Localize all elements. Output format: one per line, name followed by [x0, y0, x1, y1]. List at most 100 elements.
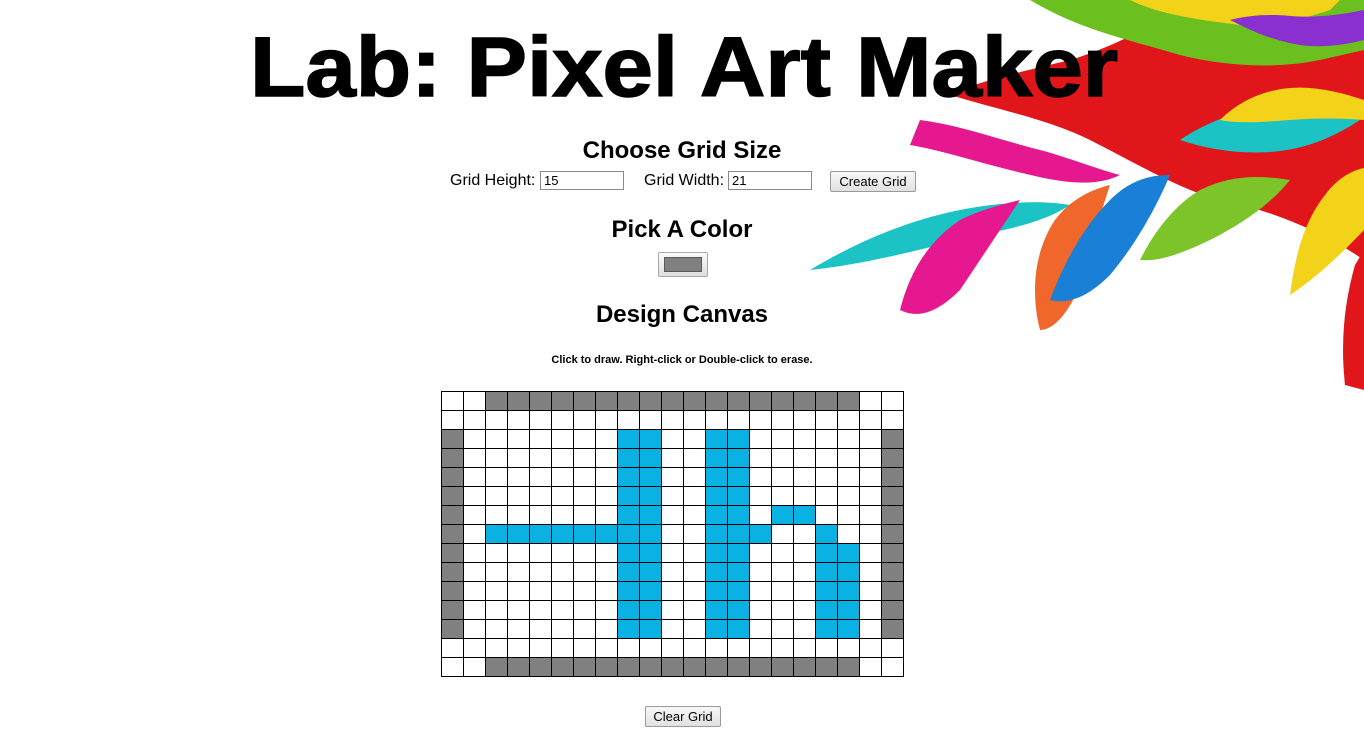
grid-cell[interactable]: [837, 638, 860, 658]
grid-cell[interactable]: [661, 410, 684, 430]
grid-cell[interactable]: [881, 391, 904, 411]
grid-cell[interactable]: [617, 562, 640, 582]
grid-cell[interactable]: [441, 543, 464, 563]
grid-cell[interactable]: [771, 486, 794, 506]
grid-cell[interactable]: [705, 619, 728, 639]
grid-cell[interactable]: [595, 638, 618, 658]
grid-cell[interactable]: [661, 543, 684, 563]
grid-cell[interactable]: [507, 429, 530, 449]
grid-cell[interactable]: [639, 543, 662, 563]
grid-cell[interactable]: [705, 638, 728, 658]
grid-cell[interactable]: [573, 505, 596, 525]
grid-cell[interactable]: [441, 619, 464, 639]
grid-cell[interactable]: [661, 581, 684, 601]
grid-cell[interactable]: [463, 410, 486, 430]
grid-cell[interactable]: [463, 467, 486, 487]
grid-cell[interactable]: [529, 505, 552, 525]
grid-cell[interactable]: [859, 429, 882, 449]
grid-cell[interactable]: [771, 600, 794, 620]
grid-cell[interactable]: [551, 600, 574, 620]
grid-cell[interactable]: [705, 581, 728, 601]
grid-cell[interactable]: [617, 524, 640, 544]
grid-cell[interactable]: [815, 429, 838, 449]
grid-cell[interactable]: [595, 467, 618, 487]
grid-cell[interactable]: [639, 391, 662, 411]
grid-cell[interactable]: [463, 429, 486, 449]
grid-cell[interactable]: [463, 638, 486, 658]
grid-cell[interactable]: [595, 600, 618, 620]
grid-cell[interactable]: [485, 467, 508, 487]
grid-cell[interactable]: [485, 543, 508, 563]
grid-cell[interactable]: [771, 391, 794, 411]
grid-cell[interactable]: [639, 429, 662, 449]
grid-cell[interactable]: [837, 410, 860, 430]
grid-cell[interactable]: [771, 543, 794, 563]
grid-cell[interactable]: [551, 638, 574, 658]
grid-cell[interactable]: [727, 524, 750, 544]
grid-cell[interactable]: [617, 429, 640, 449]
grid-cell[interactable]: [815, 467, 838, 487]
grid-cell[interactable]: [573, 600, 596, 620]
grid-cell[interactable]: [463, 505, 486, 525]
grid-cell[interactable]: [485, 505, 508, 525]
grid-cell[interactable]: [529, 391, 552, 411]
grid-cell[interactable]: [727, 429, 750, 449]
grid-cell[interactable]: [639, 562, 662, 582]
grid-cell[interactable]: [551, 543, 574, 563]
grid-cell[interactable]: [683, 524, 706, 544]
grid-cell[interactable]: [463, 619, 486, 639]
grid-cell[interactable]: [551, 467, 574, 487]
grid-cell[interactable]: [551, 562, 574, 582]
grid-cell[interactable]: [727, 410, 750, 430]
grid-cell[interactable]: [661, 619, 684, 639]
grid-cell[interactable]: [793, 448, 816, 468]
grid-cell[interactable]: [749, 524, 772, 544]
grid-cell[interactable]: [573, 562, 596, 582]
grid-cell[interactable]: [793, 562, 816, 582]
grid-cell[interactable]: [749, 562, 772, 582]
grid-cell[interactable]: [793, 543, 816, 563]
grid-cell[interactable]: [463, 524, 486, 544]
grid-cell[interactable]: [683, 391, 706, 411]
grid-cell[interactable]: [683, 410, 706, 430]
grid-cell[interactable]: [881, 619, 904, 639]
grid-cell[interactable]: [573, 448, 596, 468]
grid-cell[interactable]: [661, 638, 684, 658]
grid-cell[interactable]: [837, 562, 860, 582]
grid-cell[interactable]: [749, 581, 772, 601]
grid-cell[interactable]: [771, 619, 794, 639]
grid-cell[interactable]: [859, 619, 882, 639]
grid-cell[interactable]: [441, 486, 464, 506]
grid-cell[interactable]: [705, 486, 728, 506]
grid-cell[interactable]: [441, 410, 464, 430]
grid-cell[interactable]: [749, 391, 772, 411]
grid-cell[interactable]: [837, 448, 860, 468]
grid-cell[interactable]: [815, 524, 838, 544]
grid-cell[interactable]: [705, 410, 728, 430]
grid-cell[interactable]: [749, 467, 772, 487]
grid-cell[interactable]: [683, 657, 706, 677]
grid-cell[interactable]: [463, 600, 486, 620]
grid-cell[interactable]: [793, 600, 816, 620]
grid-cell[interactable]: [507, 486, 530, 506]
grid-cell[interactable]: [529, 543, 552, 563]
color-picker[interactable]: [658, 252, 708, 277]
grid-cell[interactable]: [815, 486, 838, 506]
grid-cell[interactable]: [771, 410, 794, 430]
grid-cell[interactable]: [815, 619, 838, 639]
grid-cell[interactable]: [683, 448, 706, 468]
grid-cell[interactable]: [727, 581, 750, 601]
grid-cell[interactable]: [771, 448, 794, 468]
grid-cell[interactable]: [749, 486, 772, 506]
grid-cell[interactable]: [551, 391, 574, 411]
grid-cell[interactable]: [727, 467, 750, 487]
grid-cell[interactable]: [485, 581, 508, 601]
grid-cell[interactable]: [485, 524, 508, 544]
grid-cell[interactable]: [529, 562, 552, 582]
grid-cell[interactable]: [551, 657, 574, 677]
grid-cell[interactable]: [617, 543, 640, 563]
grid-cell[interactable]: [771, 581, 794, 601]
grid-cell[interactable]: [529, 619, 552, 639]
grid-cell[interactable]: [793, 505, 816, 525]
grid-cell[interactable]: [463, 543, 486, 563]
